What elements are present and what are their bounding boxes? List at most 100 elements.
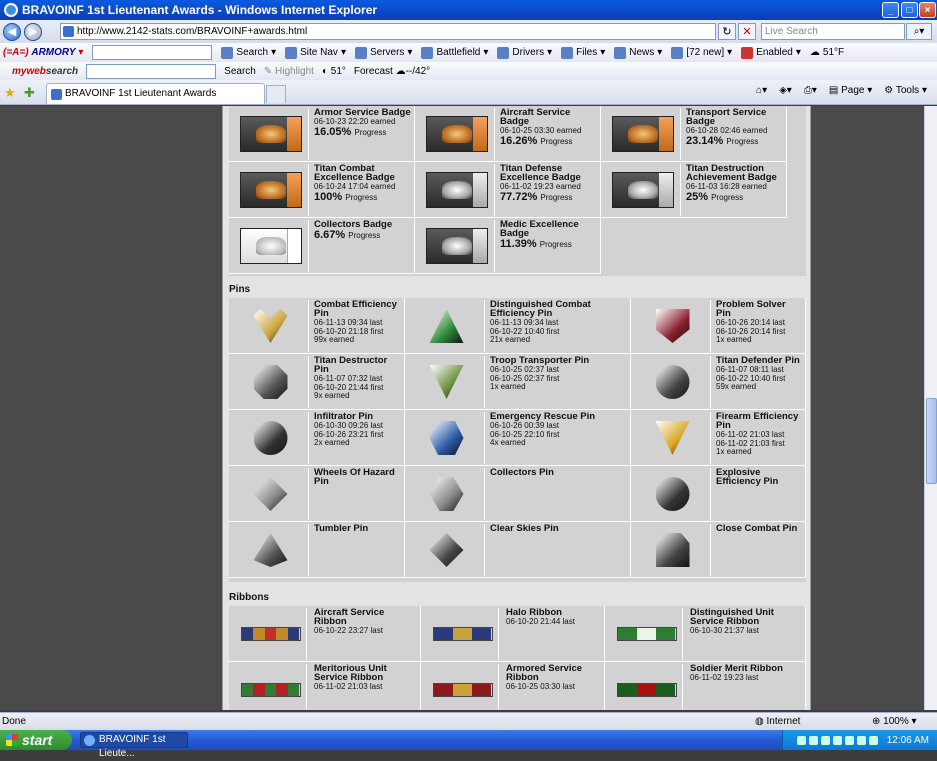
tray-icon[interactable] bbox=[844, 735, 854, 745]
zoom-control[interactable]: ⊕ 100% ▾ bbox=[872, 716, 917, 727]
pin-name: Collectors Pin bbox=[490, 467, 554, 478]
ribbon-cell[interactable]: Soldier Merit Ribbon 06-11-02 19:23 last bbox=[605, 662, 806, 710]
badge-cell[interactable]: Aircraft Service Badge 06-10-25 03:30 ear… bbox=[415, 106, 601, 162]
pin-cell[interactable]: Titan Destructor Pin 06-11-07 07:32 last 0… bbox=[229, 354, 405, 410]
drivers-icon bbox=[497, 46, 510, 59]
ribbon-image bbox=[235, 608, 307, 660]
forecast-button[interactable]: Forecast ☁--/42° bbox=[354, 66, 430, 77]
pin-cell[interactable]: Wheels Of Hazard Pin bbox=[229, 466, 405, 522]
badge-cell[interactable]: Titan Destruction Achievement Badge 06-11… bbox=[601, 162, 787, 218]
drivers-button[interactable]: Drivers ▾ bbox=[497, 46, 552, 59]
minimize-button[interactable]: _ bbox=[882, 2, 899, 18]
badge-cell[interactable]: Medic Excellence Badge 11.39% Progress bbox=[415, 218, 601, 274]
sun-icon: ◐ bbox=[321, 65, 328, 77]
site-nav-button[interactable]: Site Nav ▾ bbox=[285, 46, 346, 59]
badge-emblem bbox=[255, 181, 286, 199]
url-input[interactable]: http://www.2142-stats.com/BRAVOINF+award… bbox=[60, 23, 716, 40]
ribbon-cell[interactable]: Aircraft Service Ribbon 06-10-22 23:27 la… bbox=[229, 606, 421, 662]
ribbon-cell[interactable]: Meritorious Unit Service Ribbon 06-11-02 … bbox=[229, 662, 421, 710]
badge-progress-value: 16.26% bbox=[500, 134, 538, 147]
close-button[interactable]: × bbox=[919, 2, 936, 18]
stop-button[interactable]: ✕ bbox=[738, 23, 756, 40]
tools-menu[interactable]: ⚙ Tools ▾ bbox=[884, 85, 927, 96]
taskbar-ie-window[interactable]: BRAVOINF 1st Lieute... bbox=[80, 732, 188, 759]
armory-search-button[interactable]: Search ▾ bbox=[221, 46, 276, 59]
tab-bravoinf[interactable]: BRAVOINF 1st Lieutenant Awards bbox=[46, 83, 265, 104]
favorites-star-icon[interactable]: ★ bbox=[4, 86, 17, 99]
pin-cell[interactable]: Titan Defender Pin 06-11-07 08:11 last 06-… bbox=[631, 354, 806, 410]
pin-name: Clear Skies Pin bbox=[490, 523, 559, 534]
badge-side bbox=[472, 117, 487, 151]
tray-icon[interactable] bbox=[808, 735, 818, 745]
new-tab-button[interactable] bbox=[266, 85, 286, 103]
ribbon-cell[interactable]: Armored Service Ribbon 06-10-25 03:30 las… bbox=[421, 662, 605, 710]
start-button[interactable]: start bbox=[0, 730, 72, 750]
temperature-button[interactable]: ◐ 51° bbox=[322, 66, 346, 77]
news-button[interactable]: News ▾ bbox=[614, 46, 662, 59]
pin-cell[interactable]: Clear Skies Pin bbox=[405, 522, 631, 578]
pin-cell[interactable]: Distinguished Combat Efficiency Pin 06-11… bbox=[405, 298, 631, 354]
pin-cell[interactable]: Problem Solver Pin 06-10-26 20:14 last 06-… bbox=[631, 298, 806, 354]
ribbon-cell[interactable]: Halo Ribbon 06-10-20 21:44 last bbox=[421, 606, 605, 662]
popup-blocker-button[interactable]: Enabled ▾ bbox=[741, 46, 801, 59]
servers-button[interactable]: Servers ▾ bbox=[354, 46, 412, 59]
weather-button[interactable]: ☁ 51°F bbox=[810, 47, 844, 58]
tray-icon[interactable] bbox=[796, 735, 806, 745]
live-search-input[interactable]: Live Search bbox=[761, 23, 905, 40]
maximize-button[interactable]: □ bbox=[901, 2, 918, 18]
ribbon-date: 06-11-02 21:03 last bbox=[314, 682, 383, 691]
armory-search-input[interactable] bbox=[92, 45, 213, 60]
pin-cell[interactable]: Firearm Efficiency Pin 06-11-02 21:03 las… bbox=[631, 410, 806, 466]
badge-cell[interactable]: Transport Service Badge 06-10-28 02:46 ea… bbox=[601, 106, 787, 162]
pin-icon bbox=[655, 365, 690, 399]
scrollbar-thumb[interactable] bbox=[926, 398, 937, 484]
vertical-scrollbar[interactable] bbox=[924, 106, 937, 710]
refresh-button[interactable]: ↻ bbox=[718, 23, 736, 40]
badge-progress: 11.39% Progress bbox=[500, 239, 600, 250]
print-icon[interactable]: ⎙▾ bbox=[804, 85, 817, 96]
search-icon[interactable]: ⌕▾ bbox=[906, 23, 932, 40]
ribbon-info: Distinguished Unit Service Ribbon 06-10-3… bbox=[690, 608, 803, 636]
forward-button[interactable]: ▶ bbox=[24, 22, 42, 41]
page-menu[interactable]: ▤ Page ▾ bbox=[829, 85, 872, 96]
pin-count: 9x earned bbox=[314, 391, 350, 400]
tray-icon[interactable] bbox=[820, 735, 830, 745]
mywebsearch-input[interactable] bbox=[86, 63, 217, 79]
pin-cell[interactable]: Explosive Efficiency Pin bbox=[631, 466, 806, 522]
mail-button[interactable]: [72 new] ▾ bbox=[671, 46, 732, 59]
pin-cell[interactable]: Troop Transporter Pin 06-10-25 02:37 last… bbox=[405, 354, 631, 410]
pin-cell[interactable]: Close Combat Pin bbox=[631, 522, 806, 578]
home-icon[interactable]: ⌂▾ bbox=[756, 85, 767, 96]
pin-info: Collectors Pin bbox=[490, 468, 628, 478]
badge-cell[interactable]: Armor Service Badge 06-10-23 22:20 earned… bbox=[229, 106, 415, 162]
files-button[interactable]: Files ▾ bbox=[561, 46, 605, 59]
badge-cell[interactable]: Collectors Badge 6.67% Progress bbox=[229, 218, 415, 274]
badge-cell[interactable]: Titan Combat Excellence Badge 06-10-24 17… bbox=[229, 162, 415, 218]
armory-brand[interactable]: (=A=) ARMORY ▾ bbox=[3, 47, 83, 58]
badge-progress: 23.14% Progress bbox=[686, 135, 786, 147]
back-button[interactable]: ◀ bbox=[3, 22, 21, 41]
feeds-icon[interactable]: ◈▾ bbox=[779, 85, 792, 96]
pin-icon bbox=[429, 533, 464, 567]
pin-count: 1x earned bbox=[716, 447, 752, 456]
pin-info: Titan Destructor Pin 06-11-07 07:32 last 0… bbox=[314, 356, 402, 401]
pin-cell[interactable]: Emergency Rescue Pin 06-10-26 00:39 last 0… bbox=[405, 410, 631, 466]
mywebsearch-logo: mywebsearch bbox=[12, 65, 79, 77]
pin-cell[interactable]: Collectors Pin bbox=[405, 466, 631, 522]
add-favorite-icon[interactable]: ✚ bbox=[24, 86, 37, 99]
pin-cell[interactable]: Tumbler Pin bbox=[229, 522, 405, 578]
highlight-button[interactable]: ✎ Highlight bbox=[264, 66, 314, 77]
tray-icon[interactable] bbox=[856, 735, 866, 745]
ribbon-icon bbox=[616, 627, 677, 641]
battlefield-button[interactable]: Battlefield ▾ bbox=[421, 46, 488, 59]
pin-cell[interactable]: Combat Efficiency Pin 06-11-13 09:34 last… bbox=[229, 298, 405, 354]
pin-cell[interactable]: Infiltrator Pin 06-10-30 09:26 last 06-10-… bbox=[229, 410, 405, 466]
ribbon-cell[interactable]: Distinguished Unit Service Ribbon 06-10-3… bbox=[605, 606, 806, 662]
tray-icon[interactable] bbox=[832, 735, 842, 745]
mywebsearch-search-button[interactable]: Search bbox=[224, 66, 256, 77]
ribbon-stripe bbox=[656, 684, 676, 696]
ribbon-stripe bbox=[472, 628, 492, 640]
tray-icon[interactable] bbox=[868, 735, 878, 745]
badge-cell[interactable]: Titan Defense Excellence Badge 06-11-02 1… bbox=[415, 162, 601, 218]
badge-emblem bbox=[255, 125, 286, 143]
